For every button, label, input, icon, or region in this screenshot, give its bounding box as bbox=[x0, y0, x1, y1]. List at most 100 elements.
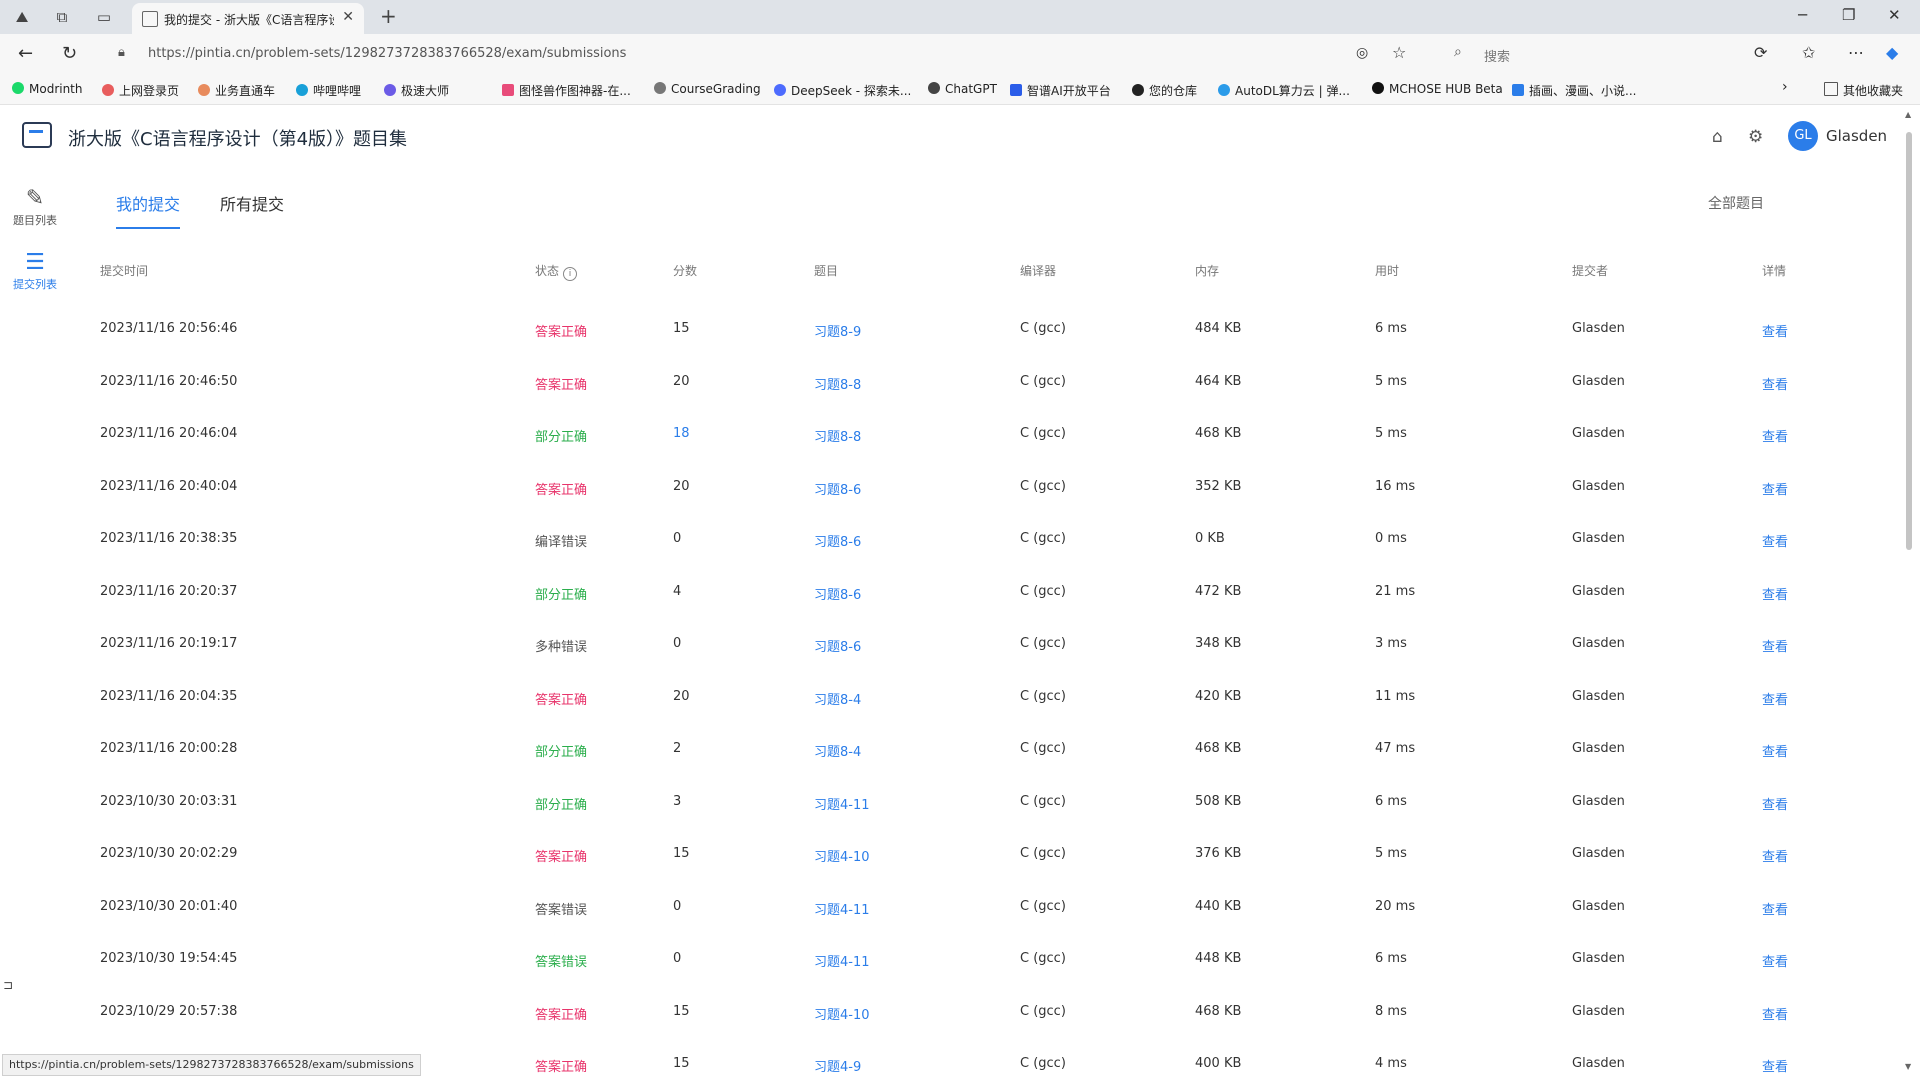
status-text: 答案正确 bbox=[535, 482, 588, 498]
search-placeholder: 搜索 bbox=[1484, 50, 1511, 65]
tab-all-submissions[interactable]: 所有提交 bbox=[220, 191, 284, 227]
submitter: Glasden bbox=[1572, 741, 1625, 756]
sync-icon[interactable]: ⟳ bbox=[1754, 43, 1767, 62]
problem-link[interactable]: 习题4-11 bbox=[814, 794, 870, 813]
problem-link[interactable]: 习题8-6 bbox=[814, 479, 861, 498]
submitter: Glasden bbox=[1572, 951, 1625, 966]
new-tab-icon[interactable]: + bbox=[380, 4, 397, 28]
problem-link[interactable]: 习题8-8 bbox=[814, 374, 861, 393]
view-detail-link[interactable]: 查看 bbox=[1762, 741, 1788, 760]
problem-filter-select[interactable]: 全部题目 bbox=[1708, 193, 1920, 213]
avatar[interactable]: GL bbox=[1788, 121, 1818, 151]
bookmark-item[interactable]: 上网登录页 bbox=[102, 82, 179, 99]
view-detail-link[interactable]: 查看 bbox=[1762, 899, 1788, 918]
problem-link[interactable]: 习题8-9 bbox=[814, 321, 861, 340]
scroll-up-icon[interactable]: ▲ bbox=[1905, 110, 1911, 119]
problem-link[interactable]: 习题4-9 bbox=[814, 1056, 861, 1075]
view-detail-link[interactable]: 查看 bbox=[1762, 1004, 1788, 1023]
score: 0 bbox=[673, 531, 682, 546]
bookmark-item[interactable]: 您的仓库 bbox=[1132, 82, 1197, 99]
view-detail-link[interactable]: 查看 bbox=[1762, 1056, 1788, 1075]
problem-link[interactable]: 习题8-6 bbox=[814, 636, 861, 655]
other-favorites-folder[interactable]: 其他收藏夹 bbox=[1824, 82, 1903, 99]
lock-icon: 🔒︎ bbox=[118, 45, 125, 60]
browser-tab-active[interactable]: 我的提交 - 浙大版《C语言程序设 ✕ bbox=[132, 3, 364, 34]
bookmark-item[interactable]: 极速大师 bbox=[384, 82, 449, 99]
view-detail-link[interactable]: 查看 bbox=[1762, 374, 1788, 393]
reload-icon[interactable]: ↻ bbox=[62, 43, 77, 64]
duration: 3 ms bbox=[1375, 636, 1407, 651]
scroll-thumb[interactable] bbox=[1906, 132, 1912, 550]
browser-tab-strip: ⛰ ⧉ ▭ 我的提交 - 浙大版《C语言程序设 ✕ + ─ ❐ ✕ bbox=[0, 0, 1920, 34]
view-detail-link[interactable]: 查看 bbox=[1762, 846, 1788, 865]
briefcase-icon[interactable]: ⌂ bbox=[1712, 127, 1723, 147]
close-tab-icon[interactable]: ✕ bbox=[342, 9, 354, 25]
settings-icon[interactable]: ⚙ bbox=[1748, 127, 1763, 147]
score: 20 bbox=[673, 478, 690, 494]
view-detail-link[interactable]: 查看 bbox=[1762, 636, 1788, 655]
view-detail-link[interactable]: 查看 bbox=[1762, 794, 1788, 813]
bookmark-item[interactable]: 哔哩哔哩 bbox=[296, 82, 361, 99]
workspaces-icon[interactable]: ⧉ bbox=[52, 7, 72, 27]
view-detail-link[interactable]: 查看 bbox=[1762, 479, 1788, 498]
username[interactable]: Glasden bbox=[1826, 127, 1887, 145]
submit-time: 2023/10/30 19:54:45 bbox=[100, 951, 238, 966]
rail-item-problem-list[interactable]: ✎ 题目列表 bbox=[0, 186, 70, 228]
view-detail-link[interactable]: 查看 bbox=[1762, 531, 1788, 550]
restore-icon[interactable]: ❐ bbox=[1842, 6, 1855, 24]
back-icon[interactable]: ← bbox=[18, 43, 33, 64]
bookmark-item[interactable]: CourseGrading bbox=[654, 82, 761, 96]
info-icon[interactable]: i bbox=[563, 267, 578, 281]
memory: 400 KB bbox=[1195, 1056, 1242, 1071]
view-detail-link[interactable]: 查看 bbox=[1762, 426, 1788, 445]
profile-icon[interactable]: ⛰ bbox=[12, 7, 32, 27]
problem-link[interactable]: 习题4-10 bbox=[814, 846, 870, 865]
bookmark-item[interactable]: 业务直通车 bbox=[198, 82, 275, 99]
submit-time: 2023/10/30 20:02:29 bbox=[100, 846, 238, 861]
tab-actions-icon[interactable]: ▭ bbox=[94, 7, 114, 27]
problem-link[interactable]: 习题8-6 bbox=[814, 584, 861, 603]
minimize-icon[interactable]: ─ bbox=[1798, 6, 1807, 24]
page-scrollbar[interactable]: ▲ ▼ bbox=[1904, 110, 1916, 1078]
bookmark-item[interactable]: 智谱AI开放平台 bbox=[1010, 82, 1111, 99]
bookmark-item[interactable]: 插画、漫画、小说... bbox=[1512, 82, 1636, 99]
close-window-icon[interactable]: ✕ bbox=[1888, 6, 1901, 24]
duration: 20 ms bbox=[1375, 898, 1416, 914]
bookmarks-overflow-icon[interactable]: › bbox=[1782, 79, 1788, 95]
bookmark-item[interactable]: 图怪兽作图神器-在... bbox=[502, 82, 631, 99]
bookmark-item[interactable]: AutoDL算力云 | 弹... bbox=[1218, 82, 1350, 99]
problem-link[interactable]: 习题4-11 bbox=[814, 899, 870, 918]
scroll-down-icon[interactable]: ▼ bbox=[1905, 1062, 1911, 1071]
problem-link[interactable]: 习题8-8 bbox=[814, 426, 861, 445]
bookmark-item[interactable]: MCHOSE HUB Beta bbox=[1372, 82, 1503, 96]
submitter: Glasden bbox=[1572, 846, 1625, 861]
favorites-icon[interactable]: ✩ bbox=[1802, 43, 1815, 62]
table-row: 2023/11/16 20:38:35 编译错误 0 习题8-6 C (gcc) 0 KB… bbox=[0, 514, 1900, 566]
status-text: 答案正确 bbox=[535, 1007, 588, 1023]
favorite-star-icon[interactable]: ☆ bbox=[1392, 43, 1406, 62]
view-detail-link[interactable]: 查看 bbox=[1762, 951, 1788, 970]
more-icon[interactable]: ⋯ bbox=[1848, 43, 1864, 62]
problem-link[interactable]: 习题8-4 bbox=[814, 689, 861, 708]
url-field[interactable]: 🔒︎ https://pintia.cn/problem-sets/129827… bbox=[112, 40, 1412, 68]
view-detail-link[interactable]: 查看 bbox=[1762, 689, 1788, 708]
problem-link[interactable]: 习题8-4 bbox=[814, 741, 861, 760]
problem-link[interactable]: 习题4-11 bbox=[814, 951, 870, 970]
problem-link[interactable]: 习题8-6 bbox=[814, 531, 861, 550]
bookmark-item[interactable]: Modrinth bbox=[12, 82, 83, 96]
search-input[interactable]: ⌕ 搜索 bbox=[1448, 40, 1718, 68]
view-detail-link[interactable]: 查看 bbox=[1762, 321, 1788, 340]
problem-link[interactable]: 习题4-10 bbox=[814, 1004, 870, 1023]
table-row: 2023/10/30 19:54:45 答案错误 0 习题4-11 C (gcc) 448… bbox=[0, 934, 1900, 986]
pta-logo-icon[interactable] bbox=[22, 122, 52, 148]
read-aloud-icon[interactable]: ◎ bbox=[1356, 45, 1368, 61]
bookmark-item[interactable]: ChatGPT bbox=[928, 82, 997, 96]
copilot-icon[interactable]: ◆ bbox=[1886, 43, 1898, 62]
bookmark-item[interactable]: DeepSeek - 探索未... bbox=[774, 82, 911, 99]
duration: 6 ms bbox=[1375, 321, 1407, 336]
submitter: Glasden bbox=[1572, 426, 1625, 441]
tab-my-submissions[interactable]: 我的提交 bbox=[116, 191, 181, 229]
view-detail-link[interactable]: 查看 bbox=[1762, 584, 1788, 603]
status-bar-url: https://pintia.cn/problem-sets/129827372… bbox=[2, 1054, 421, 1076]
sidebar-toggle-icon[interactable]: ⊐ bbox=[3, 978, 13, 992]
